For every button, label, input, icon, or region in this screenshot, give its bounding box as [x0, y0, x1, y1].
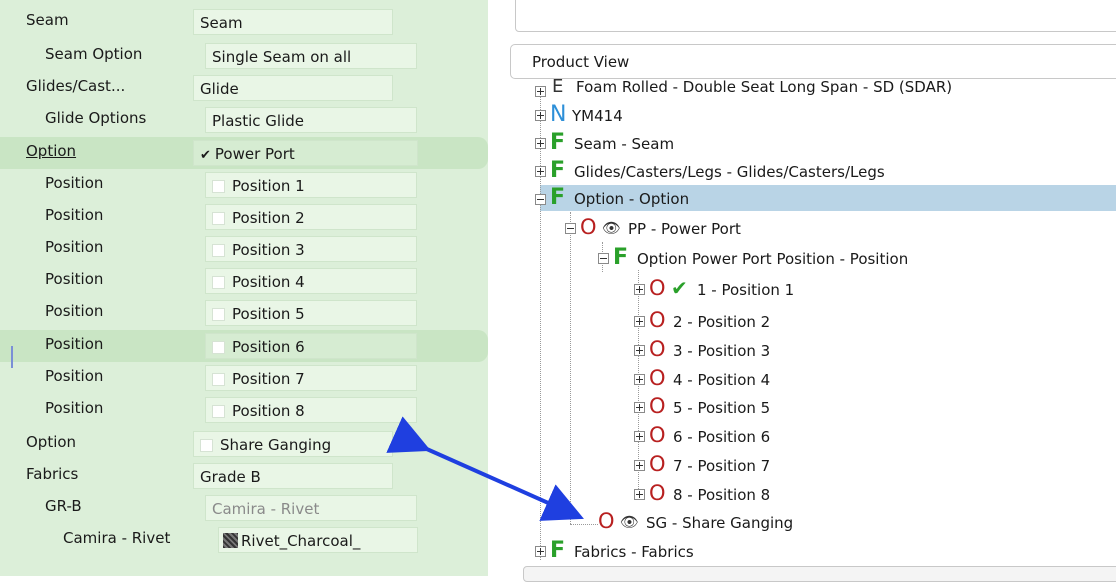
annotation-arrow — [386, 416, 584, 521]
arrow-line — [386, 416, 584, 521]
